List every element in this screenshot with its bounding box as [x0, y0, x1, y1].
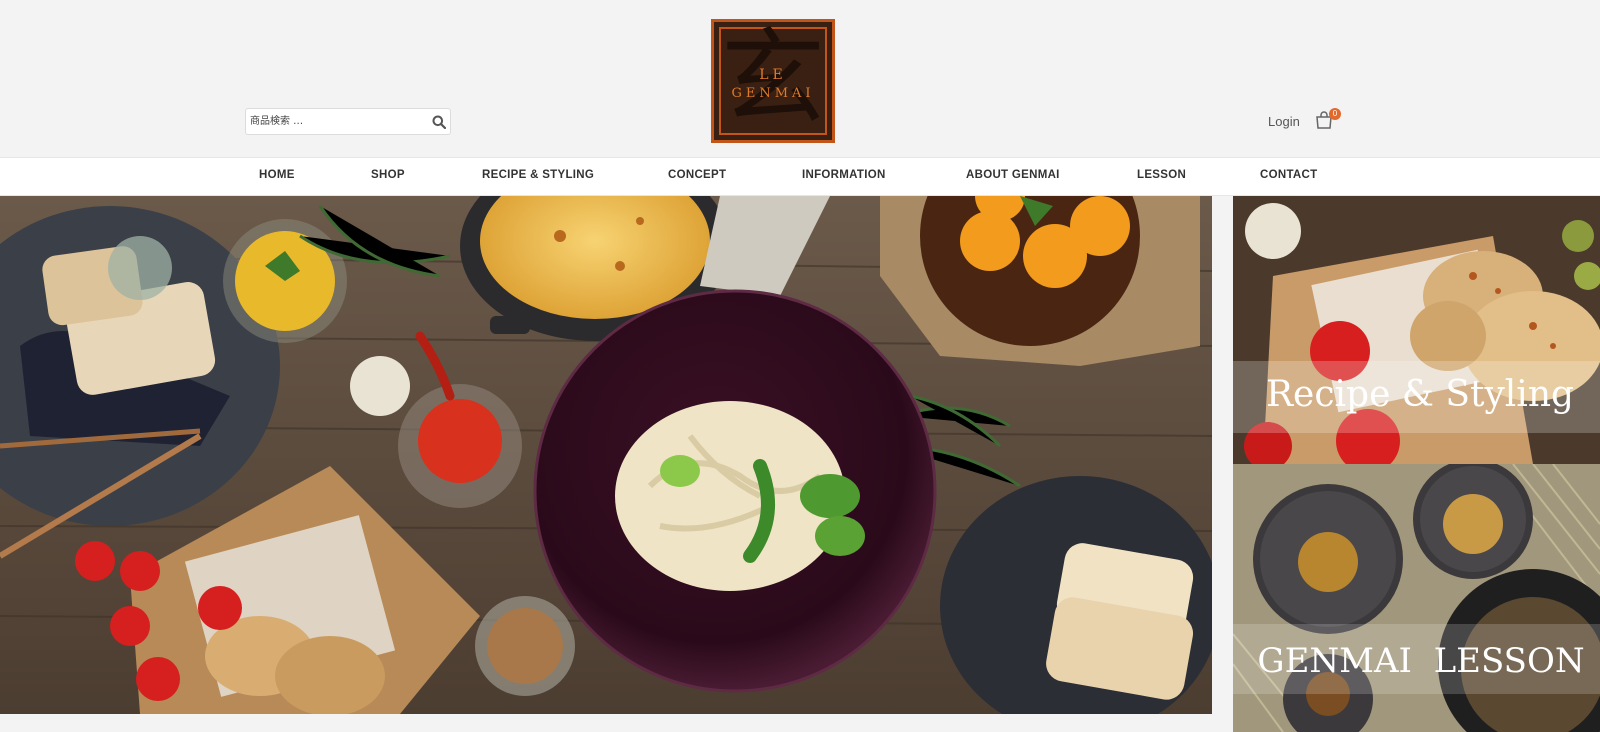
nav-lesson[interactable]: LESSON — [1137, 169, 1186, 181]
recipe-styling-banner[interactable]: Recipe & Styling — [1233, 196, 1600, 464]
nav-concept[interactable]: CONCEPT — [668, 169, 726, 181]
genmai-lesson-title: GENMAI LESSON — [1257, 641, 1584, 681]
site-header: 玄 Le Genmai Login 0 — [0, 0, 1600, 157]
product-search — [245, 108, 451, 135]
genmai-lesson-banner[interactable]: GENMAI LESSON — [1233, 464, 1600, 732]
recipe-styling-title: Recipe & Styling — [1266, 374, 1574, 415]
recipe-styling-caption-layer: Recipe & Styling — [1266, 374, 1574, 415]
search-icon[interactable] — [432, 115, 446, 129]
nav-about-genmai[interactable]: ABOUT GENMAI — [966, 169, 1060, 181]
nav-shop[interactable]: SHOP — [371, 169, 405, 181]
logo-line-1: Le — [759, 67, 787, 83]
hero-food-illustration — [0, 196, 1212, 714]
cart-button[interactable]: 0 — [1314, 108, 1341, 130]
logo-line-2: Genmai — [731, 86, 815, 101]
hero-image[interactable] — [0, 196, 1212, 714]
nav-recipe-styling[interactable]: RECIPE & STYLING — [482, 169, 594, 181]
search-input[interactable] — [250, 112, 420, 131]
login-link[interactable]: Login — [1268, 114, 1300, 129]
genmai-lesson-caption-layer: GENMAI LESSON — [1257, 641, 1584, 681]
nav-contact[interactable]: CONTACT — [1260, 169, 1317, 181]
cart-count-badge: 0 — [1329, 108, 1341, 120]
site-logo[interactable]: 玄 Le Genmai — [711, 19, 835, 143]
nav-information[interactable]: INFORMATION — [802, 169, 886, 181]
main-nav: HOME SHOP RECIPE & STYLING CONCEPT INFOR… — [0, 157, 1600, 196]
nav-home[interactable]: HOME — [259, 169, 295, 181]
